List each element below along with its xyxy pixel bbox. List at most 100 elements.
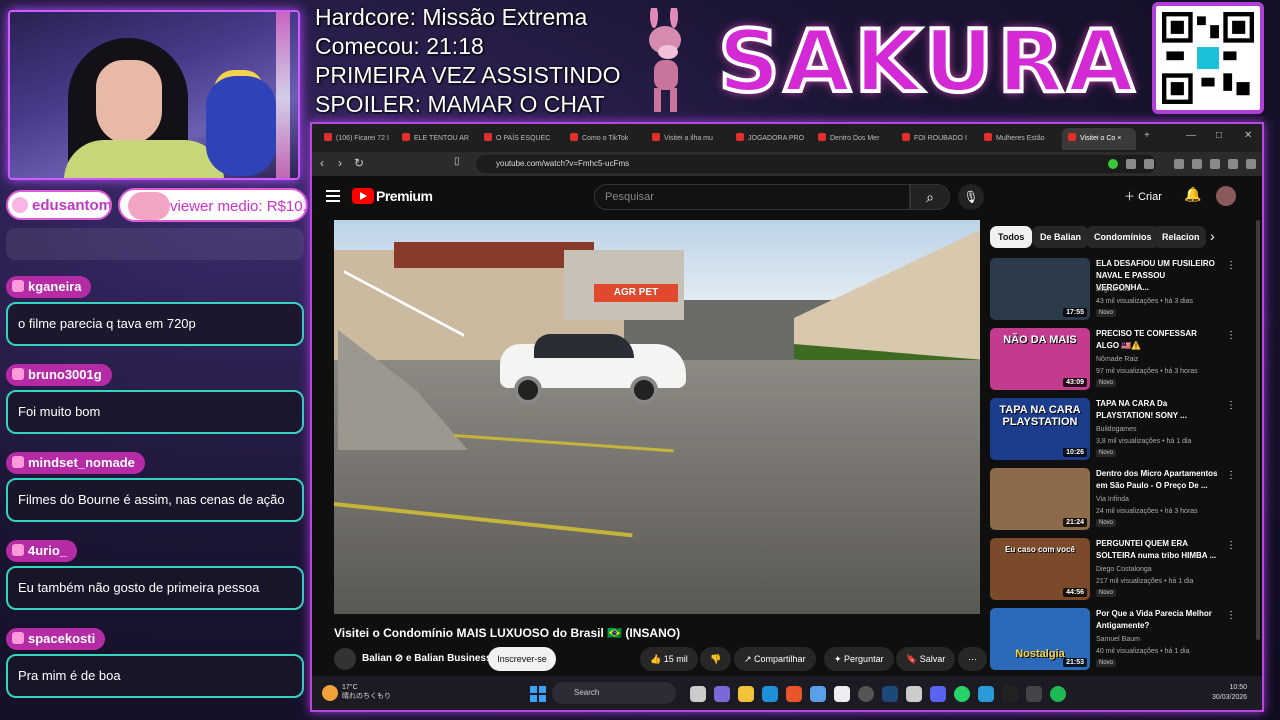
browser-tab[interactable]: (106) Ficarei 72 I (324, 128, 396, 150)
browser-tab-active[interactable]: Visitei o Co × (1062, 128, 1136, 150)
bookmark-icon[interactable]: ▯ (454, 156, 460, 167)
save-button[interactable]: 🔖 Salvar (896, 647, 956, 671)
forward-icon[interactable]: › (338, 156, 342, 170)
video-thumbnail[interactable]: 17:55 (990, 258, 1090, 320)
ask-button[interactable]: ✦ Perguntar (824, 647, 894, 671)
weather-icon[interactable] (322, 685, 338, 701)
extension-icon[interactable] (1210, 159, 1220, 169)
browser-tab[interactable]: JOGADORA PRO (736, 128, 812, 150)
brave-icon[interactable] (786, 686, 802, 702)
share-button[interactable]: ↗ Compartilhar (734, 647, 816, 671)
chat-message: 4urio_ Eu também não gosto de primeira p… (6, 540, 304, 610)
new-tab-icon[interactable]: + (1144, 130, 1150, 141)
recommended-video[interactable]: Nostalgia 21:53 Por Que a Vida Parecia Me… (990, 608, 1240, 670)
obs-icon[interactable] (858, 686, 874, 702)
new-badge: Novo (1096, 519, 1117, 527)
more-vert-icon[interactable]: ⋮ (1226, 260, 1236, 271)
youtube-header: Premium Pesquisar ⌕ 🎙 ＋ Criar 🔔 (312, 176, 1262, 220)
browser-tab[interactable]: O PAÍS ESQUEC (484, 128, 560, 150)
extension-icon[interactable] (1144, 159, 1154, 169)
windows-start-icon[interactable] (530, 686, 546, 702)
video-thumbnail[interactable]: TAPA NA CARA PLAYSTATION 10:26 (990, 398, 1090, 460)
browser-tab[interactable]: ELE TENTOU AR (402, 128, 478, 150)
copilot-icon[interactable] (714, 686, 730, 702)
like-button[interactable]: 👍 15 mil (640, 647, 698, 671)
system-clock[interactable]: 10:50 30/03/2026 (1212, 683, 1247, 703)
steam-icon[interactable] (882, 686, 898, 702)
store-icon[interactable] (810, 686, 826, 702)
recommended-video[interactable]: NÃO DA MAIS 43:09 PRECISO TE CONFESSAR AL… (990, 328, 1240, 390)
menu-icon[interactable] (1246, 159, 1256, 169)
back-icon[interactable]: ‹ (320, 156, 324, 170)
chevron-right-icon[interactable]: › (1210, 228, 1215, 244)
recommended-video[interactable]: 21:24 Dentro dos Micro Apartamentos em S… (990, 468, 1240, 530)
chip-condominios[interactable]: Condomínios (1086, 226, 1160, 248)
whatsapp-icon[interactable] (954, 686, 970, 702)
sidebar-icon[interactable] (1174, 159, 1184, 169)
task-view-icon[interactable] (690, 686, 706, 702)
search-input[interactable]: Pesquisar (594, 184, 910, 210)
extension-icon[interactable] (1108, 159, 1118, 169)
recommended-video[interactable]: 17:55 ELA DESAFIOU UM FUSILEIRO NAVAL E … (990, 258, 1240, 320)
chip-relacionados[interactable]: Relacion (1154, 226, 1206, 248)
chip-de-balian[interactable]: De Balian (1032, 226, 1090, 248)
minimize-icon[interactable]: — (1186, 130, 1196, 141)
new-badge: Novo (1096, 659, 1117, 667)
app-icon[interactable] (906, 686, 922, 702)
recommended-video[interactable]: Eu caso com você 44:56 PERGUNTEI QUEM ERA… (990, 538, 1240, 600)
tab-bar: (106) Ficarei 72 I ELE TENTOU AR O PAÍS … (312, 124, 1262, 152)
dislike-button[interactable]: 👎 (700, 647, 732, 671)
video-thumbnail[interactable]: NÃO DA MAIS 43:09 (990, 328, 1090, 390)
recommended-video[interactable]: TAPA NA CARA PLAYSTATION 10:26 TAPA NA CA… (990, 398, 1240, 460)
video-player[interactable]: AGR PET (334, 220, 980, 614)
youtube-brand[interactable]: Premium (376, 188, 433, 204)
spotify-icon[interactable] (1050, 686, 1066, 702)
create-button[interactable]: ＋ Criar (1124, 188, 1162, 204)
taskbar-search[interactable]: Search (552, 682, 676, 704)
more-vert-icon[interactable]: ⋮ (1226, 330, 1236, 341)
filter-chips: Todos De Balian Condomínios Relacion › (990, 226, 1240, 248)
close-icon[interactable]: ✕ (1244, 130, 1252, 141)
browser-tab[interactable]: FOI ROUBADO I (902, 128, 978, 150)
scrollbar[interactable] (1256, 220, 1260, 640)
channel-name[interactable]: Balian ⊘ e Balian Business (362, 653, 492, 664)
file-explorer-icon[interactable] (738, 686, 754, 702)
video-thumbnail[interactable]: 21:24 (990, 468, 1090, 530)
more-vert-icon[interactable]: ⋮ (1226, 540, 1236, 551)
reload-icon[interactable]: ↻ (354, 156, 364, 170)
browser-tab[interactable]: Dentro Dos Mer (818, 128, 894, 150)
more-vert-icon[interactable]: ⋮ (1226, 470, 1236, 481)
user-icon (12, 197, 28, 213)
browser-tab[interactable]: Mulheres Estão (984, 128, 1060, 150)
shield-icon[interactable] (1228, 159, 1238, 169)
maximize-icon[interactable]: □ (1216, 130, 1222, 141)
channel-avatar[interactable] (334, 648, 356, 670)
youtube-logo-icon[interactable] (352, 188, 374, 204)
telegram-icon[interactable] (978, 686, 994, 702)
search-icon[interactable]: ⌕ (910, 184, 950, 210)
hamburger-icon[interactable] (326, 190, 340, 202)
more-vert-icon[interactable]: ⋮ (1226, 610, 1236, 621)
app-icon[interactable] (834, 686, 850, 702)
epic-games-icon[interactable] (1002, 686, 1018, 702)
edge-icon[interactable] (762, 686, 778, 702)
browser-tab[interactable]: Visitei a ilha mu (652, 128, 728, 150)
notifications-bell-icon[interactable]: 🔔 (1184, 186, 1201, 203)
more-vert-icon[interactable]: ⋮ (1226, 400, 1236, 411)
subscribe-button[interactable]: Inscrever-se (488, 647, 556, 671)
account-avatar[interactable] (1216, 186, 1236, 206)
video-thumbnail[interactable]: Eu caso com você 44:56 (990, 538, 1090, 600)
app-icon[interactable] (1026, 686, 1042, 702)
extension-icon[interactable] (1192, 159, 1202, 169)
url-field[interactable]: youtube.com/watch?v=Fmhc5-ucFms (476, 155, 1156, 173)
more-actions-icon[interactable]: ⋯ (958, 647, 987, 671)
extension-icon[interactable] (1126, 159, 1136, 169)
weather-widget[interactable]: 17°C 晴れのちくもり (342, 683, 391, 701)
emote-icon (12, 456, 24, 468)
browser-tab[interactable]: Como o TikTok (570, 128, 646, 150)
video-thumbnail[interactable]: Nostalgia 21:53 (990, 608, 1090, 670)
discord-icon[interactable] (930, 686, 946, 702)
microphone-icon[interactable]: 🎙 (958, 184, 984, 210)
chip-all[interactable]: Todos (990, 226, 1033, 248)
chat-message: bruno3001g Foi muito bom (6, 364, 304, 434)
